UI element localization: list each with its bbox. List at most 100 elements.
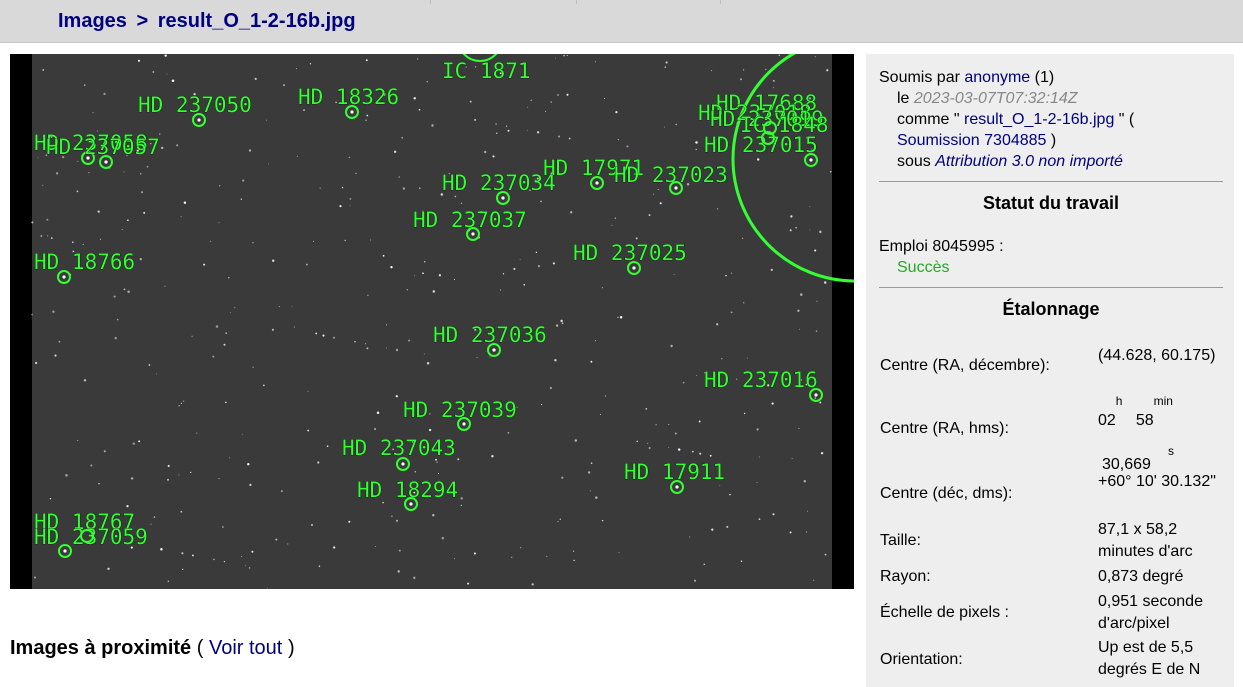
background-star	[555, 324, 559, 327]
background-star	[573, 559, 575, 562]
filename-link[interactable]: result_O_1-2-16b.jpg	[964, 111, 1114, 128]
background-star	[310, 523, 314, 527]
background-star	[178, 474, 180, 476]
background-star	[46, 218, 49, 221]
background-star	[419, 187, 421, 189]
background-star	[693, 579, 697, 582]
background-star	[364, 343, 367, 345]
background-star	[730, 311, 733, 314]
size-label: Taille:	[880, 532, 921, 549]
submission-link[interactable]: Soumission 7304885	[897, 132, 1046, 149]
center-dms-value: +60° 10' 30.132"	[1098, 473, 1216, 490]
background-star	[166, 73, 168, 75]
background-star	[92, 112, 94, 114]
background-star	[568, 137, 571, 140]
nearby-images-heading: Images à proximité ( Voir tout )	[10, 637, 295, 660]
background-star	[711, 70, 713, 72]
nearby-close-paren: )	[287, 637, 295, 659]
background-star	[813, 579, 815, 581]
background-star	[668, 447, 670, 448]
background-star	[460, 504, 462, 507]
background-star	[76, 190, 79, 193]
background-star	[756, 481, 758, 483]
background-star	[559, 518, 561, 520]
background-star	[248, 149, 252, 152]
background-star	[557, 94, 559, 96]
background-star	[772, 513, 775, 516]
background-star	[265, 119, 267, 121]
background-star	[531, 583, 534, 586]
background-star	[535, 251, 538, 253]
background-star	[432, 514, 435, 517]
background-star	[648, 446, 651, 450]
background-star	[137, 59, 141, 62]
view-all-link[interactable]: Voir tout	[209, 637, 282, 659]
background-star	[42, 184, 44, 186]
background-star	[242, 179, 245, 182]
background-star	[390, 265, 393, 269]
star-annotation-label: IC 1871	[442, 59, 531, 83]
background-star	[140, 191, 144, 194]
breadcrumb: Images > result_O_1-2-16b.jpg	[58, 10, 356, 33]
background-star	[647, 442, 649, 445]
date-label: le	[897, 90, 910, 107]
background-star	[366, 347, 369, 350]
background-star	[665, 61, 668, 64]
license-link[interactable]: Attribution 3.0 non importé	[935, 153, 1123, 170]
background-star	[212, 355, 215, 358]
radius-label: Rayon:	[880, 568, 931, 585]
calibration-title: Étalonnage	[1002, 299, 1100, 319]
background-star	[519, 259, 521, 261]
background-star	[249, 483, 252, 487]
background-star	[476, 356, 478, 358]
background-star	[317, 461, 320, 464]
background-star	[248, 567, 251, 569]
background-star	[554, 358, 557, 362]
background-star	[223, 560, 226, 563]
background-star	[604, 395, 607, 397]
background-star	[721, 358, 723, 360]
star-annotation-label: HD 237025	[573, 241, 687, 265]
background-star	[344, 239, 346, 242]
background-star	[743, 412, 746, 415]
background-star	[178, 405, 180, 407]
star-annotation-label: HD 237016	[704, 368, 818, 392]
background-star	[555, 57, 556, 59]
hms-minutes: 58	[1135, 412, 1154, 429]
user-link[interactable]: anonyme	[964, 69, 1030, 86]
background-star	[561, 322, 564, 325]
background-star	[696, 374, 698, 376]
background-star	[241, 556, 243, 558]
background-star	[164, 54, 167, 57]
star-annotation-label: HD 237043	[342, 436, 456, 460]
background-star	[31, 313, 33, 316]
background-star	[103, 92, 106, 96]
background-star	[566, 93, 569, 96]
background-star	[729, 493, 731, 496]
background-star	[215, 325, 219, 328]
background-star	[520, 547, 522, 549]
background-star	[492, 155, 495, 158]
background-star	[657, 188, 659, 191]
background-star	[570, 211, 573, 214]
star-marker-dot	[674, 186, 678, 190]
background-star	[183, 201, 187, 204]
background-star	[550, 101, 553, 103]
background-star	[423, 261, 426, 263]
background-star	[401, 136, 404, 139]
background-star	[523, 283, 526, 286]
background-star	[541, 403, 543, 405]
background-star	[123, 171, 125, 173]
background-star	[740, 78, 742, 81]
background-star	[99, 238, 102, 240]
breadcrumb-images-link[interactable]: Images	[58, 10, 127, 32]
background-star	[180, 510, 183, 513]
breadcrumb-current: result_O_1-2-16b.jpg	[157, 10, 356, 32]
background-star	[366, 114, 369, 117]
background-star	[719, 485, 721, 487]
annotated-image[interactable]: IC 1871 HD 237050 HD 18326 HD 237058 HD 2370…	[10, 54, 854, 589]
background-star	[132, 442, 135, 445]
background-star	[814, 397, 817, 399]
star-annotation-label: HD 18766	[34, 250, 135, 274]
background-star	[566, 55, 568, 57]
